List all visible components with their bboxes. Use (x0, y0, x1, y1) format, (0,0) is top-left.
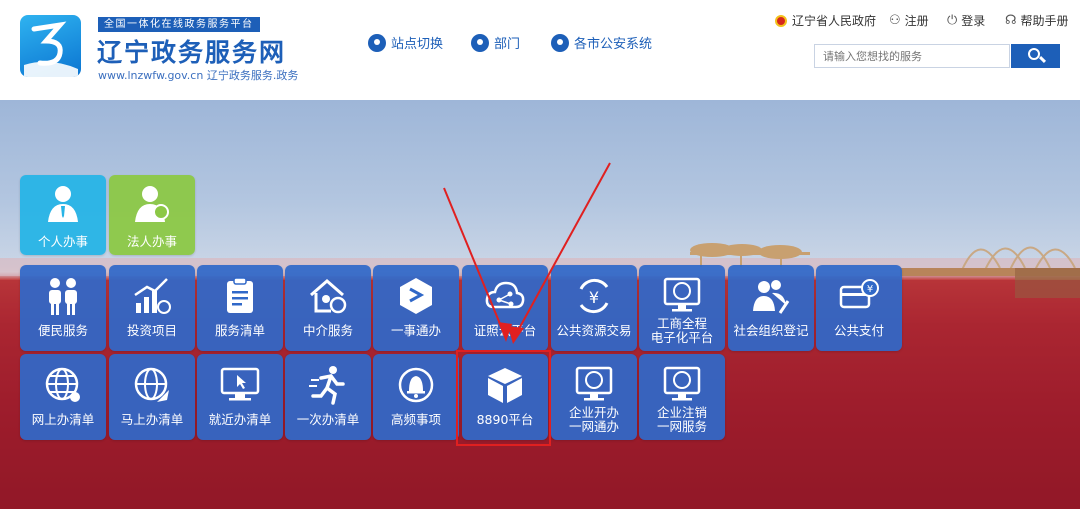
annotation-arrow-icon (443, 162, 611, 344)
